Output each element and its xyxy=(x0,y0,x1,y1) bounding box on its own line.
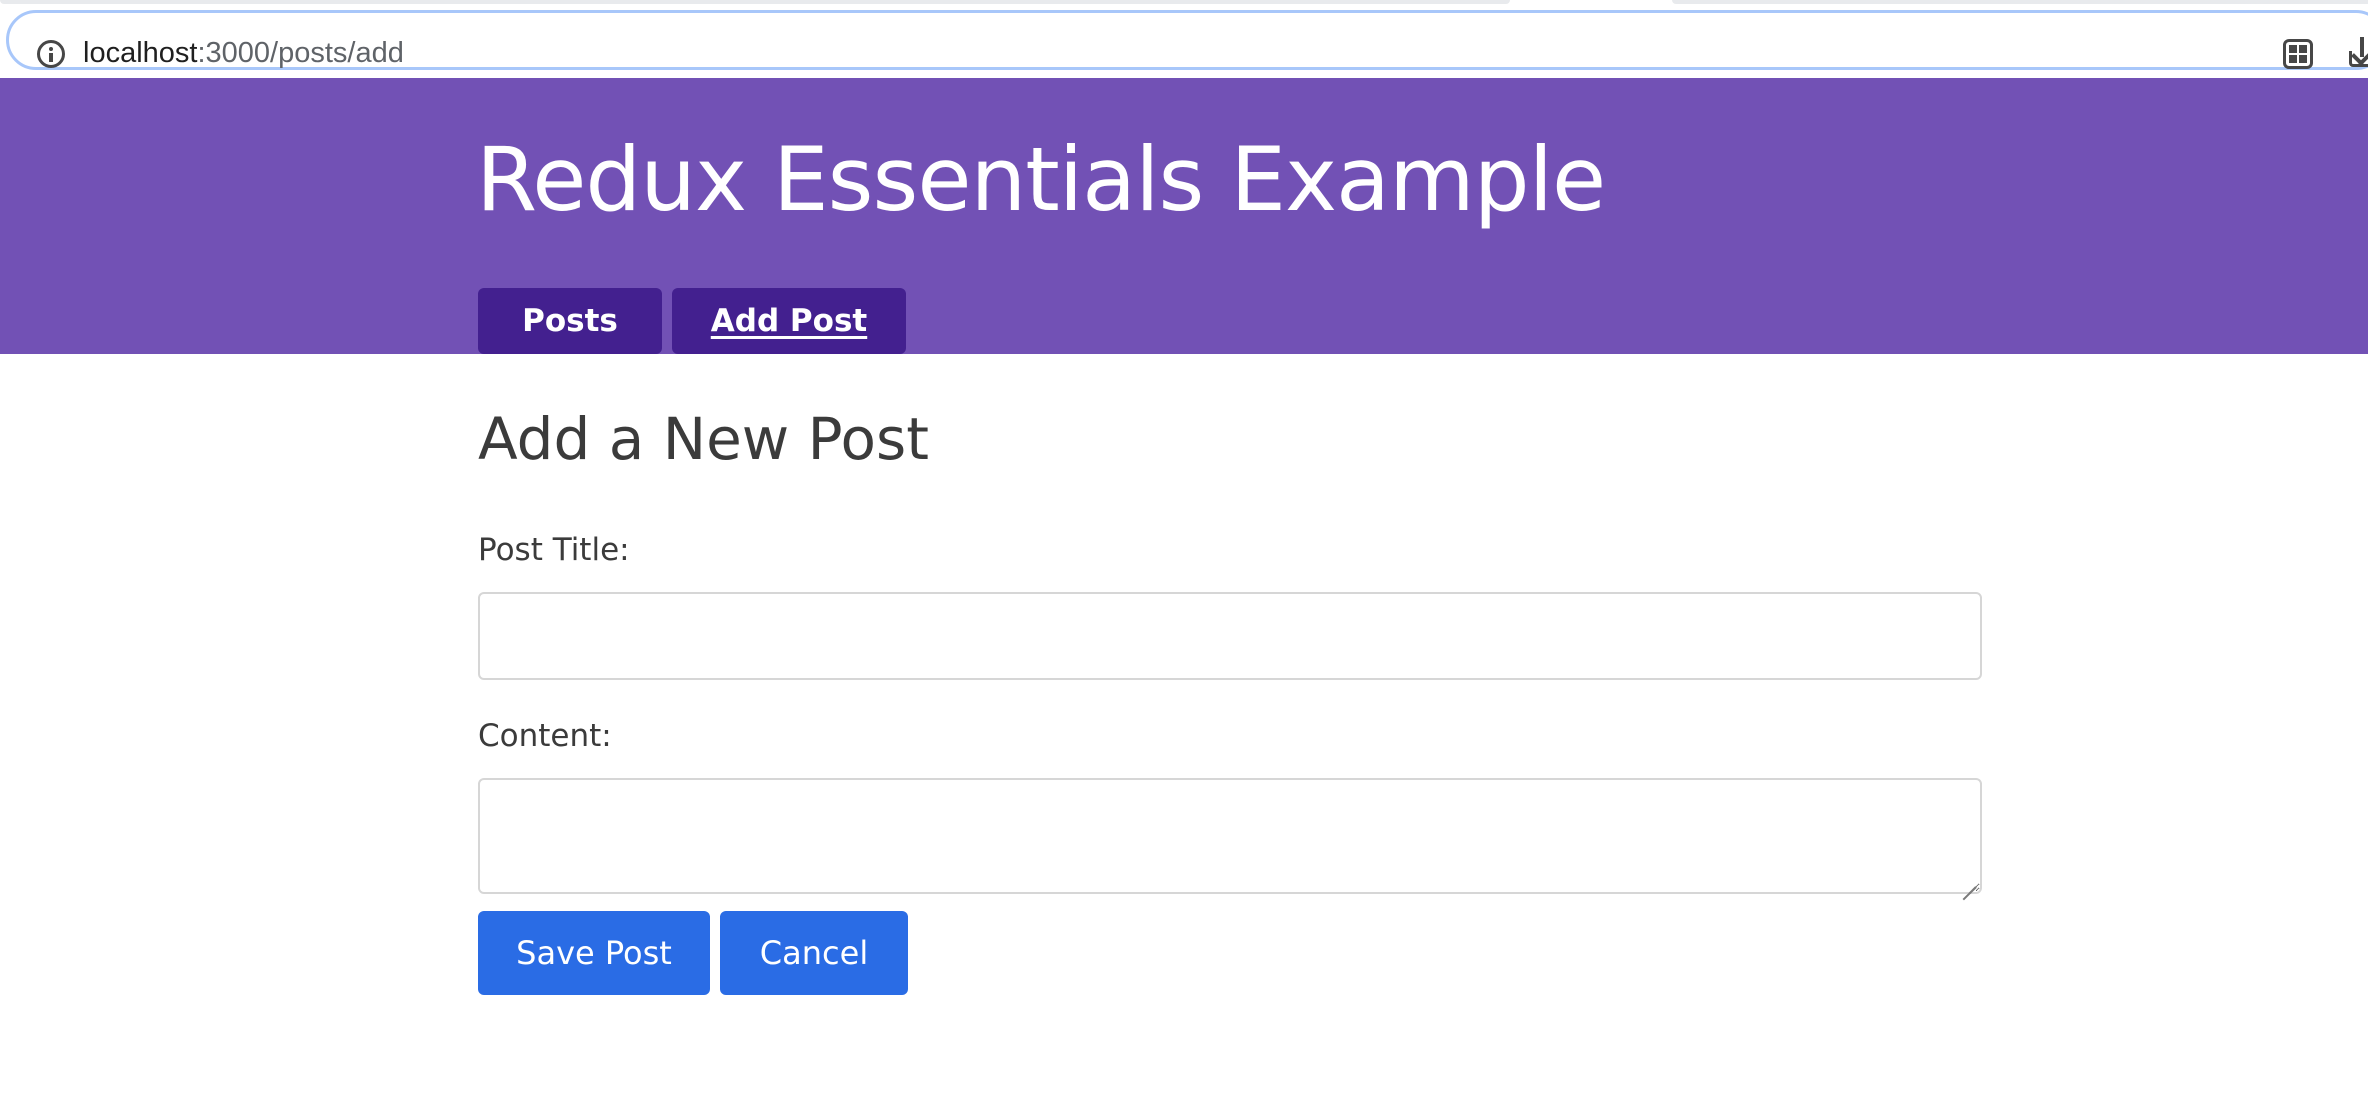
add-post-section: Add a New Post Post Title: Content: Save… xyxy=(0,354,2368,1114)
url-host: localhost xyxy=(83,37,198,69)
nav-posts-link[interactable]: Posts xyxy=(478,288,662,354)
post-content-label: Content: xyxy=(478,718,612,754)
post-content-textarea[interactable] xyxy=(478,778,1982,894)
tab-strip-segment xyxy=(0,0,1510,4)
save-post-button[interactable]: Save Post xyxy=(478,911,710,995)
info-icon[interactable] xyxy=(37,40,65,68)
qr-code-icon-cell xyxy=(2299,45,2307,53)
address-bar[interactable]: localhost:3000/posts/add xyxy=(6,10,2368,70)
qr-code-icon-cell xyxy=(2289,45,2297,53)
app-title: Redux Essentials Example xyxy=(476,128,1606,231)
app-header: Redux Essentials Example Posts Add Post xyxy=(0,78,2368,354)
page-title: Add a New Post xyxy=(478,405,930,473)
qr-code-icon-cell xyxy=(2299,55,2307,63)
qr-code-icon-cell xyxy=(2289,55,2297,63)
tab-strip-segment xyxy=(1672,0,2368,4)
qr-code-icon[interactable] xyxy=(2283,39,2313,69)
install-app-icon[interactable] xyxy=(2349,37,2368,71)
url-path: :3000/posts/add xyxy=(197,37,404,69)
post-title-input[interactable] xyxy=(478,592,1982,680)
cancel-button[interactable]: Cancel xyxy=(720,911,908,995)
url-text[interactable]: localhost:3000/posts/add xyxy=(83,33,404,73)
browser-chrome: localhost:3000/posts/add xyxy=(0,0,2368,78)
post-title-label: Post Title: xyxy=(478,532,630,568)
nav-add-post-link[interactable]: Add Post xyxy=(672,288,906,354)
tab-strip xyxy=(0,0,2368,6)
